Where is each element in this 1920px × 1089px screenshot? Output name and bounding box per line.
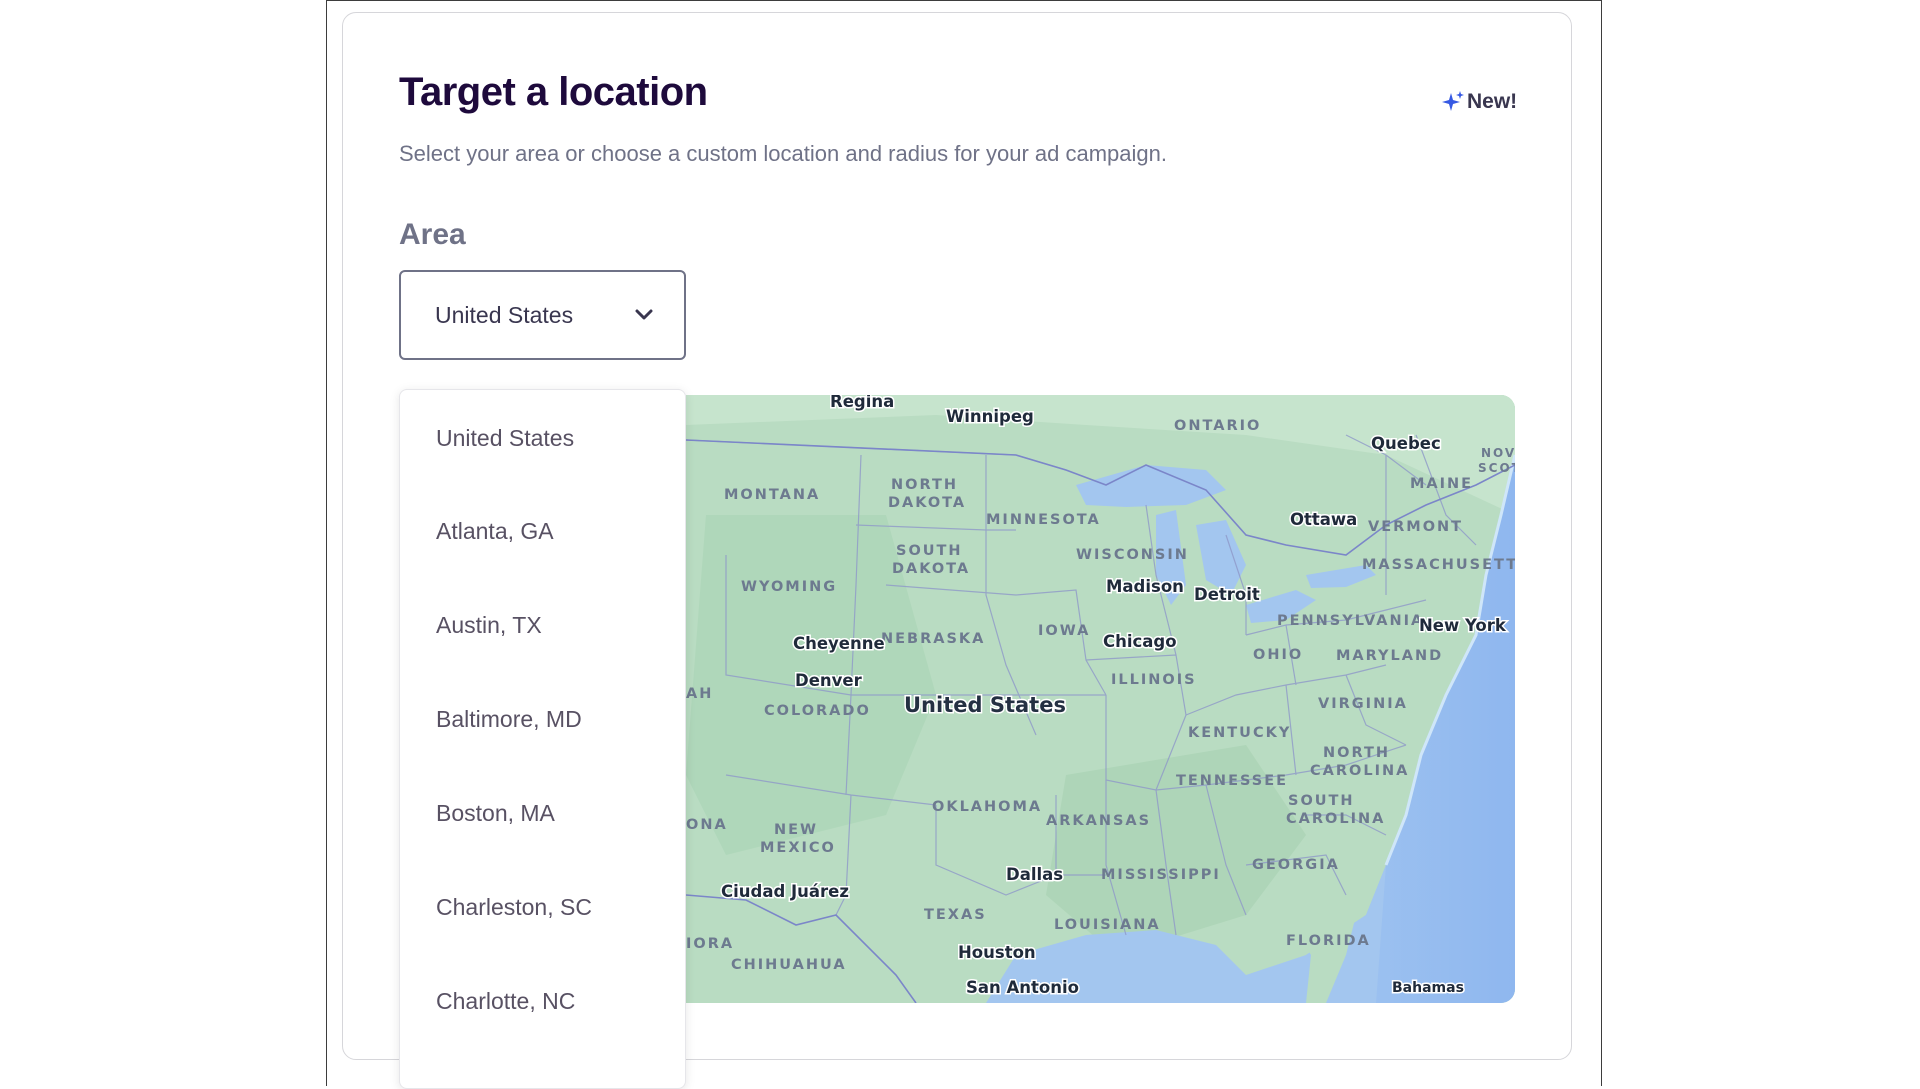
map-city-label: Regina bbox=[830, 395, 894, 411]
map-city-label: Houston bbox=[958, 943, 1036, 962]
map-region-label: IOWA bbox=[1038, 623, 1090, 639]
map-city-label: Dallas bbox=[1006, 865, 1063, 884]
area-select[interactable]: United States bbox=[399, 270, 686, 360]
location-map[interactable]: ONTARIO MONTANA NORTH DAKOTA SOUTH DAKOT… bbox=[686, 395, 1515, 1003]
area-option[interactable]: Charlotte, NC bbox=[436, 988, 575, 1015]
area-option[interactable]: United States bbox=[436, 425, 574, 452]
map-city-label: New York bbox=[1419, 616, 1507, 635]
map-city-label: Madison bbox=[1106, 577, 1184, 596]
map-region-label: ONTARIO bbox=[1174, 418, 1261, 434]
new-badge-label: New! bbox=[1467, 90, 1518, 113]
map-region-label: MEXICO bbox=[760, 840, 836, 856]
page-title: Target a location bbox=[399, 70, 708, 114]
map-region-label: CAROLINA bbox=[1286, 811, 1385, 827]
map-region-label: WYOMING bbox=[741, 579, 837, 595]
map-region-label: SOUTH bbox=[896, 543, 963, 559]
map-region-label: DAKOTA bbox=[888, 495, 966, 511]
chevron-down-icon bbox=[635, 309, 653, 320]
map-region-label: NEW bbox=[774, 822, 818, 838]
map-region-label: NOVA bbox=[1481, 446, 1515, 460]
map-canvas: ONTARIO MONTANA NORTH DAKOTA SOUTH DAKOT… bbox=[686, 395, 1515, 1003]
map-region-label: NORTH bbox=[891, 477, 958, 493]
map-region-label: SCOT bbox=[1478, 461, 1515, 475]
map-city-label: Winnipeg bbox=[946, 407, 1034, 426]
map-region-label: MONTANA bbox=[724, 487, 820, 503]
map-city-label: Ciudad Juárez bbox=[721, 882, 849, 901]
map-region-label: TENNESSEE bbox=[1176, 773, 1288, 789]
area-dropdown-menu: United States Atlanta, GA Austin, TX Bal… bbox=[399, 389, 686, 1089]
area-option[interactable]: Atlanta, GA bbox=[436, 518, 554, 545]
area-option[interactable]: Baltimore, MD bbox=[436, 706, 582, 733]
map-city-label: Bahamas bbox=[1392, 980, 1464, 996]
map-region-label: KENTUCKY bbox=[1188, 725, 1291, 741]
map-region-label: GEORGIA bbox=[1252, 857, 1340, 873]
area-label: Area bbox=[399, 218, 466, 251]
area-option[interactable]: Charleston, SC bbox=[436, 894, 592, 921]
map-city-label: Chicago bbox=[1103, 632, 1177, 651]
map-region-label: VERMONT bbox=[1368, 519, 1463, 535]
area-select-value: United States bbox=[435, 301, 574, 328]
map-region-label: OHIO bbox=[1253, 647, 1303, 663]
map-region-label: ARKANSAS bbox=[1046, 813, 1151, 829]
map-region-label: ONA bbox=[686, 817, 728, 833]
map-region-label: TEXAS bbox=[924, 907, 987, 923]
map-region-label: VIRGINIA bbox=[1318, 696, 1408, 712]
page-subtitle: Select your area or choose a custom loca… bbox=[399, 141, 1167, 166]
map-city-label: Ottawa bbox=[1290, 510, 1357, 529]
map-region-label: IORA bbox=[686, 936, 734, 952]
map-region-label: MASSACHUSETTS bbox=[1362, 557, 1515, 573]
map-region-label: MINNESOTA bbox=[986, 512, 1101, 528]
map-region-label: FLORIDA bbox=[1286, 933, 1371, 949]
map-region-label: PENNSYLVANIA bbox=[1277, 613, 1424, 629]
map-region-label: COLORADO bbox=[764, 703, 871, 719]
map-region-label: MAINE bbox=[1410, 476, 1473, 492]
map-region-label: SOUTH bbox=[1288, 793, 1355, 809]
map-city-label: San Antonio bbox=[966, 978, 1079, 997]
map-city-label: Denver bbox=[795, 671, 863, 690]
new-badge: New! bbox=[1441, 90, 1517, 114]
map-region-label: MARYLAND bbox=[1336, 648, 1443, 664]
map-region-label: NEBRASKA bbox=[881, 631, 985, 647]
map-country-label: United States bbox=[904, 693, 1066, 717]
map-city-label: Cheyenne bbox=[793, 634, 885, 653]
area-option[interactable]: Austin, TX bbox=[436, 612, 542, 639]
map-region-label: WISCONSIN bbox=[1076, 547, 1189, 563]
map-city-label: Quebec bbox=[1371, 434, 1441, 453]
map-region-label: CAROLINA bbox=[1310, 763, 1409, 779]
map-city-label: Detroit bbox=[1194, 585, 1260, 604]
area-option[interactable]: Boston, MA bbox=[436, 800, 555, 827]
map-region-label: AH bbox=[686, 686, 713, 702]
map-region-label: CHIHUAHUA bbox=[731, 957, 847, 973]
map-region-label: DAKOTA bbox=[892, 561, 970, 577]
map-region-label: OKLAHOMA bbox=[932, 799, 1042, 815]
sparkle-icon bbox=[1442, 91, 1464, 111]
map-region-label: MISSISSIPPI bbox=[1101, 867, 1221, 883]
map-region-label: NORTH bbox=[1323, 745, 1390, 761]
map-region-label: ILLINOIS bbox=[1111, 672, 1197, 688]
map-region-label: LOUISIANA bbox=[1054, 917, 1161, 933]
